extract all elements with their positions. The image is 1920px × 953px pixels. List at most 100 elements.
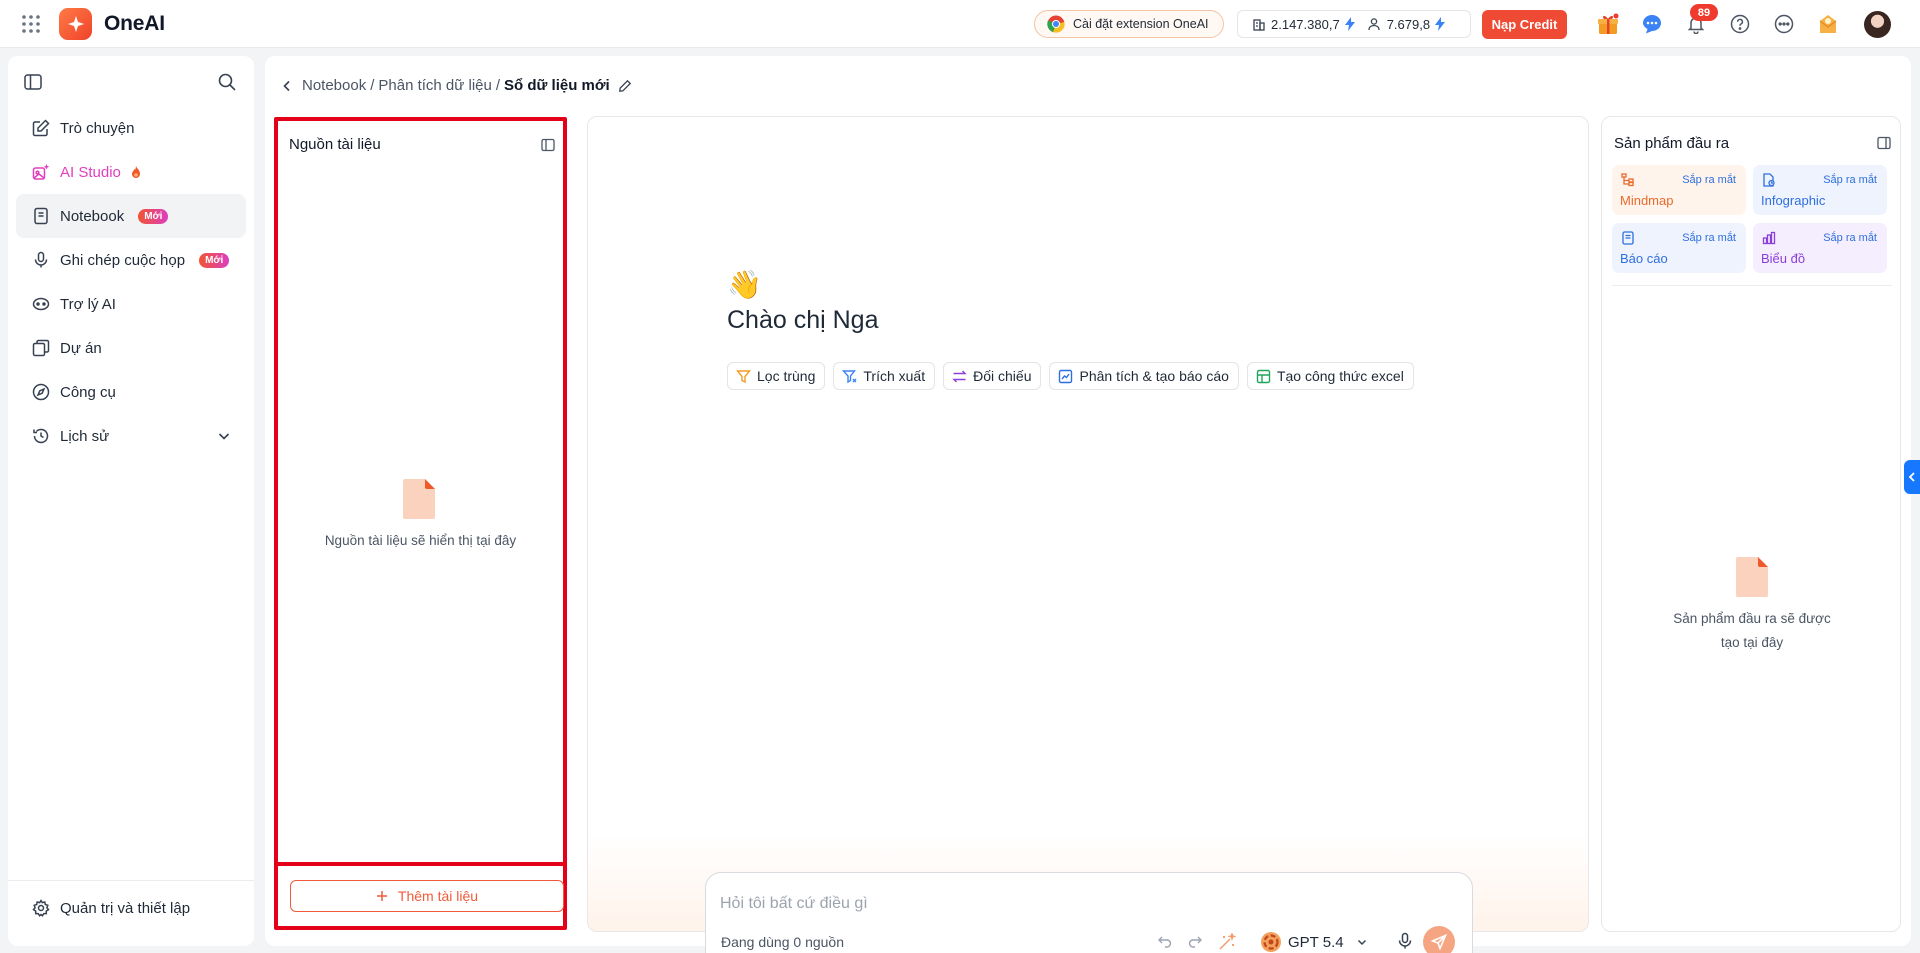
fire-icon (131, 165, 141, 179)
extract-icon (842, 369, 857, 384)
bolt-icon (1344, 17, 1356, 31)
breadcrumb-notebook[interactable]: Notebook (302, 77, 366, 94)
notification-count: 89 (1690, 4, 1718, 21)
chip-label: Đối chiếu (973, 368, 1032, 384)
model-selector[interactable]: GPT 5.4 (1260, 930, 1368, 953)
chip-label: Tạo công thức excel (1276, 368, 1404, 384)
chip-analyze-report[interactable]: Phân tích & tạo báo cáo (1049, 362, 1239, 390)
promo-icon[interactable] (1816, 12, 1840, 36)
oneai-logo-icon[interactable] (59, 8, 92, 40)
waving-hand-emoji: 👋 (727, 269, 762, 300)
outputs-divider (1612, 285, 1892, 286)
magic-wand-icon[interactable] (1218, 933, 1236, 951)
chat-input[interactable] (720, 891, 1420, 917)
microphone-icon (32, 251, 50, 269)
sidebar-item-ai-assistant[interactable]: Trợ lý AI (16, 282, 246, 326)
coming-soon-label: Sắp ra mắt (1823, 174, 1877, 186)
sources-list-area: Nguồn tài liệu Nguồn tài liệu sẽ hiển th… (278, 121, 563, 866)
history-icon (32, 427, 50, 445)
chevron-down-icon[interactable] (216, 428, 232, 444)
sidebar-toggle-icon[interactable] (23, 72, 45, 94)
sidebar-item-notebook[interactable]: Notebook Mới (16, 194, 246, 238)
apps-grid-icon[interactable] (21, 14, 41, 34)
compare-icon (952, 369, 967, 384)
infographic-icon (1762, 173, 1776, 187)
gift-icon[interactable] (1596, 12, 1620, 36)
sources-collapse-icon[interactable] (540, 137, 558, 155)
add-document-button[interactable]: Thêm tài liệu (290, 880, 564, 912)
back-chevron-icon[interactable] (280, 79, 294, 93)
pencil-icon[interactable] (618, 79, 632, 93)
sidebar-item-tools[interactable]: Công cụ (16, 370, 246, 414)
chip-label: Phân tích & tạo báo cáo (1079, 368, 1229, 384)
sidebar-item-ai-studio[interactable]: AI Studio (16, 150, 246, 194)
model-name: GPT 5.4 (1288, 933, 1344, 951)
folder-icon (32, 339, 50, 357)
help-icon[interactable] (1728, 12, 1752, 36)
sidebar-item-meeting-notes[interactable]: Ghi chép cuộc họp Mới (16, 238, 246, 282)
outputs-empty-text: Sản phẩm đầu ra sẽ được tạo tại đây (1602, 607, 1902, 655)
chip-dedupe[interactable]: Lọc trùng (727, 362, 826, 390)
sidebar-item-settings[interactable]: Quản trị và thiết lập (16, 886, 246, 930)
credit-balance[interactable]: 2.147.380,7 7.679,8 (1237, 10, 1471, 38)
breadcrumb-separator: / (495, 77, 501, 94)
chrome-icon (1047, 15, 1065, 33)
plus-icon (376, 890, 388, 902)
user-avatar[interactable] (1864, 11, 1891, 38)
more-options-icon[interactable] (1772, 12, 1796, 36)
compass-icon (32, 383, 50, 401)
topup-credit-button[interactable]: Nạp Credit (1482, 10, 1567, 39)
chip-excel-formula[interactable]: Tạo công thức excel (1246, 362, 1414, 390)
output-card-infographic[interactable]: Sắp ra mắt Infographic (1753, 165, 1887, 215)
microphone-icon[interactable] (1396, 932, 1414, 950)
output-card-label: Biểu đồ (1761, 251, 1806, 266)
output-card-mindmap[interactable]: Sắp ra mắt Mindmap (1612, 165, 1746, 215)
chip-compare[interactable]: Đối chiếu (943, 362, 1042, 390)
chevron-left-icon (1907, 471, 1917, 483)
document-icon (403, 479, 435, 519)
sidebar: Trò chuyện AI Studio Notebook Mới Ghi ch… (8, 56, 254, 946)
main-content: Notebook / Phân tích dữ liệu / Sổ dữ liệ… (265, 56, 1911, 953)
table-icon (1256, 369, 1271, 384)
outputs-title: Sản phẩm đầu ra (1614, 135, 1730, 152)
sidebar-item-label: Dự án (60, 339, 102, 357)
chat-panel: 👋 Chào chị Nga Lọc trùng Trích xuất Đối … (587, 116, 1589, 953)
sidebar-item-label: Ghi chép cuộc họp (60, 251, 186, 269)
sidebar-item-label: Quản trị và thiết lập (60, 899, 191, 917)
sidebar-item-projects[interactable]: Dự án (16, 326, 246, 370)
sidebar-item-chat[interactable]: Trò chuyện (16, 106, 246, 150)
sources-panel: Nguồn tài liệu Nguồn tài liệu sẽ hiển th… (274, 117, 567, 930)
output-card-chart[interactable]: Sắp ra mắt Biểu đồ (1753, 223, 1887, 273)
breadcrumb-data-analysis[interactable]: Phân tích dữ liệu (378, 77, 491, 94)
output-card-label: Mindmap (1620, 193, 1674, 208)
coming-soon-label: Sắp ra mắt (1682, 174, 1736, 186)
output-card-report[interactable]: Sắp ra mắt Báo cáo (1612, 223, 1746, 273)
source-count-text: Đang dùng 0 nguồn (721, 934, 844, 950)
outputs-empty-line-1: Sản phẩm đầu ra sẽ được (1673, 611, 1831, 626)
filter-icon (736, 369, 751, 384)
outputs-panel: Sản phẩm đầu ra Sắp ra mắt Mindmap Sắp r… (1601, 116, 1901, 932)
outputs-collapse-icon[interactable] (1876, 135, 1894, 153)
breadcrumb-current: Sổ dữ liệu mới (504, 77, 610, 94)
chip-label: Lọc trùng (757, 368, 816, 384)
install-extension-label: Cài đặt extension OneAI (1073, 17, 1209, 31)
chevron-down-icon (1356, 936, 1368, 948)
document-icon (1736, 557, 1768, 597)
send-button[interactable] (1423, 926, 1455, 953)
search-icon[interactable] (217, 72, 239, 94)
chat-bubble-icon[interactable] (1640, 12, 1664, 36)
coming-soon-label: Sắp ra mắt (1823, 232, 1877, 244)
redo-icon[interactable] (1187, 933, 1205, 951)
user-icon (1368, 17, 1382, 31)
brand-name: OneAI (104, 12, 165, 35)
coming-soon-label: Sắp ra mắt (1682, 232, 1736, 244)
chip-extract[interactable]: Trích xuất (833, 362, 936, 390)
right-panel-collapse-button[interactable] (1904, 460, 1920, 494)
sidebar-divider (8, 880, 254, 881)
sidebar-item-history[interactable]: Lịch sử (16, 414, 246, 458)
greeting-title: Chào chị Nga (727, 306, 879, 334)
install-extension-button[interactable]: Cài đặt extension OneAI (1034, 10, 1224, 38)
bolt-icon (1434, 17, 1446, 31)
undo-icon[interactable] (1157, 933, 1175, 951)
top-bar: OneAI Cài đặt extension OneAI 2.147.380,… (0, 0, 1920, 48)
